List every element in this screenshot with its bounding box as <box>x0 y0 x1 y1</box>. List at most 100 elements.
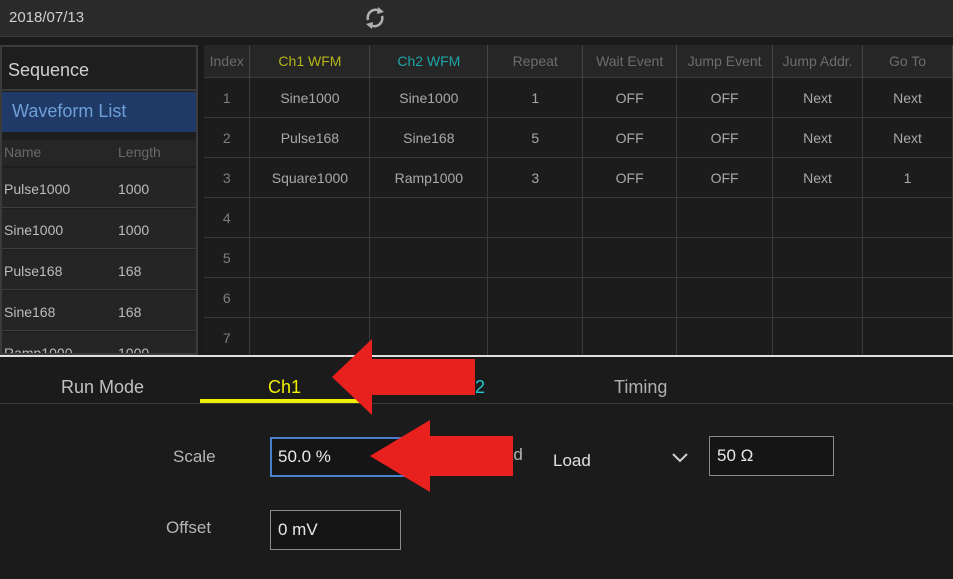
table-cell[interactable]: 3 <box>487 157 584 198</box>
table-cell[interactable] <box>582 317 678 355</box>
table-row[interactable]: 6 <box>204 277 953 318</box>
tab-run-mode[interactable]: Run Mode <box>61 377 144 398</box>
waveform-length: 168 <box>118 263 142 279</box>
table-cell[interactable]: Pulse168 <box>249 117 371 158</box>
table-cell[interactable] <box>487 237 584 278</box>
table-cell[interactable] <box>862 197 953 238</box>
column-header-ch1-wfm: Ch1 WFM <box>249 45 371 78</box>
table-row[interactable]: 7 <box>204 317 953 355</box>
row-index: 6 <box>204 277 251 318</box>
column-header-repeat: Repeat <box>487 45 584 78</box>
table-cell[interactable] <box>772 237 864 278</box>
annotation-arrow-scale <box>370 420 513 492</box>
list-item[interactable]: Ramp1000 1000 <box>2 332 196 355</box>
column-header-go-to: Go To <box>862 45 953 78</box>
table-cell[interactable]: OFF <box>582 77 678 118</box>
table-cell[interactable] <box>249 197 371 238</box>
table-cell[interactable]: Next <box>862 117 953 158</box>
table-cell[interactable] <box>369 237 489 278</box>
table-cell[interactable] <box>772 277 864 318</box>
row-index: 1 <box>204 77 251 118</box>
list-item[interactable]: Pulse168 168 <box>2 250 196 290</box>
table-cell[interactable]: Square1000 <box>249 157 371 198</box>
table-cell[interactable]: Sine1000 <box>369 77 489 118</box>
table-cell[interactable] <box>249 237 371 278</box>
table-cell[interactable] <box>676 197 774 238</box>
row-index: 5 <box>204 237 251 278</box>
table-cell[interactable] <box>487 317 584 355</box>
table-cell[interactable]: Next <box>772 77 864 118</box>
table-cell[interactable]: OFF <box>676 117 774 158</box>
table-row[interactable]: 2 Pulse168 Sine168 5 OFF OFF Next Next <box>204 117 953 158</box>
offset-label: Offset <box>166 518 212 537</box>
table-cell[interactable] <box>582 197 678 238</box>
table-row[interactable]: 3 Square1000 Ramp1000 3 OFF OFF Next 1 <box>204 157 953 198</box>
table-cell[interactable]: Next <box>772 117 864 158</box>
table-cell[interactable] <box>369 197 489 238</box>
table-cell[interactable]: 1 <box>487 77 584 118</box>
table-cell[interactable] <box>772 317 864 355</box>
table-cell[interactable] <box>772 197 864 238</box>
waveform-name: Pulse1000 <box>4 181 71 197</box>
column-header-jump-addr: Jump Addr. <box>772 45 864 78</box>
table-cell[interactable]: 1 <box>862 157 953 198</box>
table-cell[interactable] <box>676 317 774 355</box>
table-cell[interactable] <box>862 317 953 355</box>
tab-timing[interactable]: Timing <box>614 377 667 398</box>
waveform-name: Sine168 <box>4 304 56 320</box>
table-cell[interactable] <box>249 277 371 318</box>
list-item[interactable]: Sine168 168 <box>2 291 196 331</box>
waveform-name: Pulse168 <box>4 263 63 279</box>
table-cell[interactable] <box>487 197 584 238</box>
row-index: 4 <box>204 197 251 238</box>
table-cell[interactable] <box>676 277 774 318</box>
waveform-length: 168 <box>118 304 142 320</box>
waveform-panel: Sequence Waveform List Name Length Pulse… <box>0 45 198 355</box>
table-row[interactable]: 4 <box>204 197 953 238</box>
table-row[interactable]: 1 Sine1000 Sine1000 1 OFF OFF Next Next <box>204 77 953 118</box>
waveform-length: 1000 <box>118 222 150 238</box>
scale-label: Scale <box>173 447 216 466</box>
table-header-row: Index Ch1 WFM Ch2 WFM Repeat Wait Event … <box>204 45 953 78</box>
table-cell[interactable]: Next <box>772 157 864 198</box>
table-cell[interactable]: Sine168 <box>369 117 489 158</box>
tab-waveform-list[interactable]: Waveform List <box>2 92 196 132</box>
table-cell[interactable] <box>676 237 774 278</box>
load-select[interactable]: Load <box>553 451 591 471</box>
chevron-down-icon[interactable] <box>671 451 689 465</box>
list-item[interactable]: Pulse1000 1000 <box>2 168 196 208</box>
waveform-length: 1000 <box>118 345 150 355</box>
table-cell[interactable] <box>582 277 678 318</box>
tab-ch1[interactable]: Ch1 <box>268 377 301 398</box>
table-cell[interactable] <box>487 277 584 318</box>
table-cell[interactable]: OFF <box>676 77 774 118</box>
column-length: Length <box>118 144 161 160</box>
column-header-ch2-wfm: Ch2 WFM <box>369 45 489 78</box>
column-name: Name <box>4 144 42 160</box>
sequence-table: Index Ch1 WFM Ch2 WFM Repeat Wait Event … <box>204 45 953 355</box>
table-row[interactable]: 5 <box>204 237 953 278</box>
table-cell[interactable]: Sine1000 <box>249 77 371 118</box>
tab-sequence[interactable]: Sequence <box>2 47 196 91</box>
table-cell[interactable]: OFF <box>582 117 678 158</box>
column-header-index: Index <box>204 45 251 78</box>
table-cell[interactable]: OFF <box>582 157 678 198</box>
table-cell[interactable] <box>862 237 953 278</box>
table-cell[interactable]: Next <box>862 77 953 118</box>
row-index: 7 <box>204 317 251 355</box>
list-item[interactable]: Sine1000 1000 <box>2 209 196 249</box>
column-header-jump-event: Jump Event <box>676 45 774 78</box>
table-cell[interactable] <box>582 237 678 278</box>
offset-input[interactable]: 0 mV <box>270 510 401 550</box>
status-bar: 2018/07/13 <box>0 0 953 37</box>
table-cell[interactable]: OFF <box>676 157 774 198</box>
waveform-name: Ramp1000 <box>4 345 73 355</box>
table-cell[interactable]: Ramp1000 <box>369 157 489 198</box>
table-cell[interactable]: 5 <box>487 117 584 158</box>
tab-waveform-list-label: Waveform List <box>12 101 127 121</box>
refresh-icon[interactable] <box>362 4 388 32</box>
table-cell[interactable] <box>369 277 489 318</box>
table-cell[interactable] <box>862 277 953 318</box>
load-impedance-input[interactable]: 50 Ω <box>709 436 834 476</box>
row-index: 3 <box>204 157 251 198</box>
